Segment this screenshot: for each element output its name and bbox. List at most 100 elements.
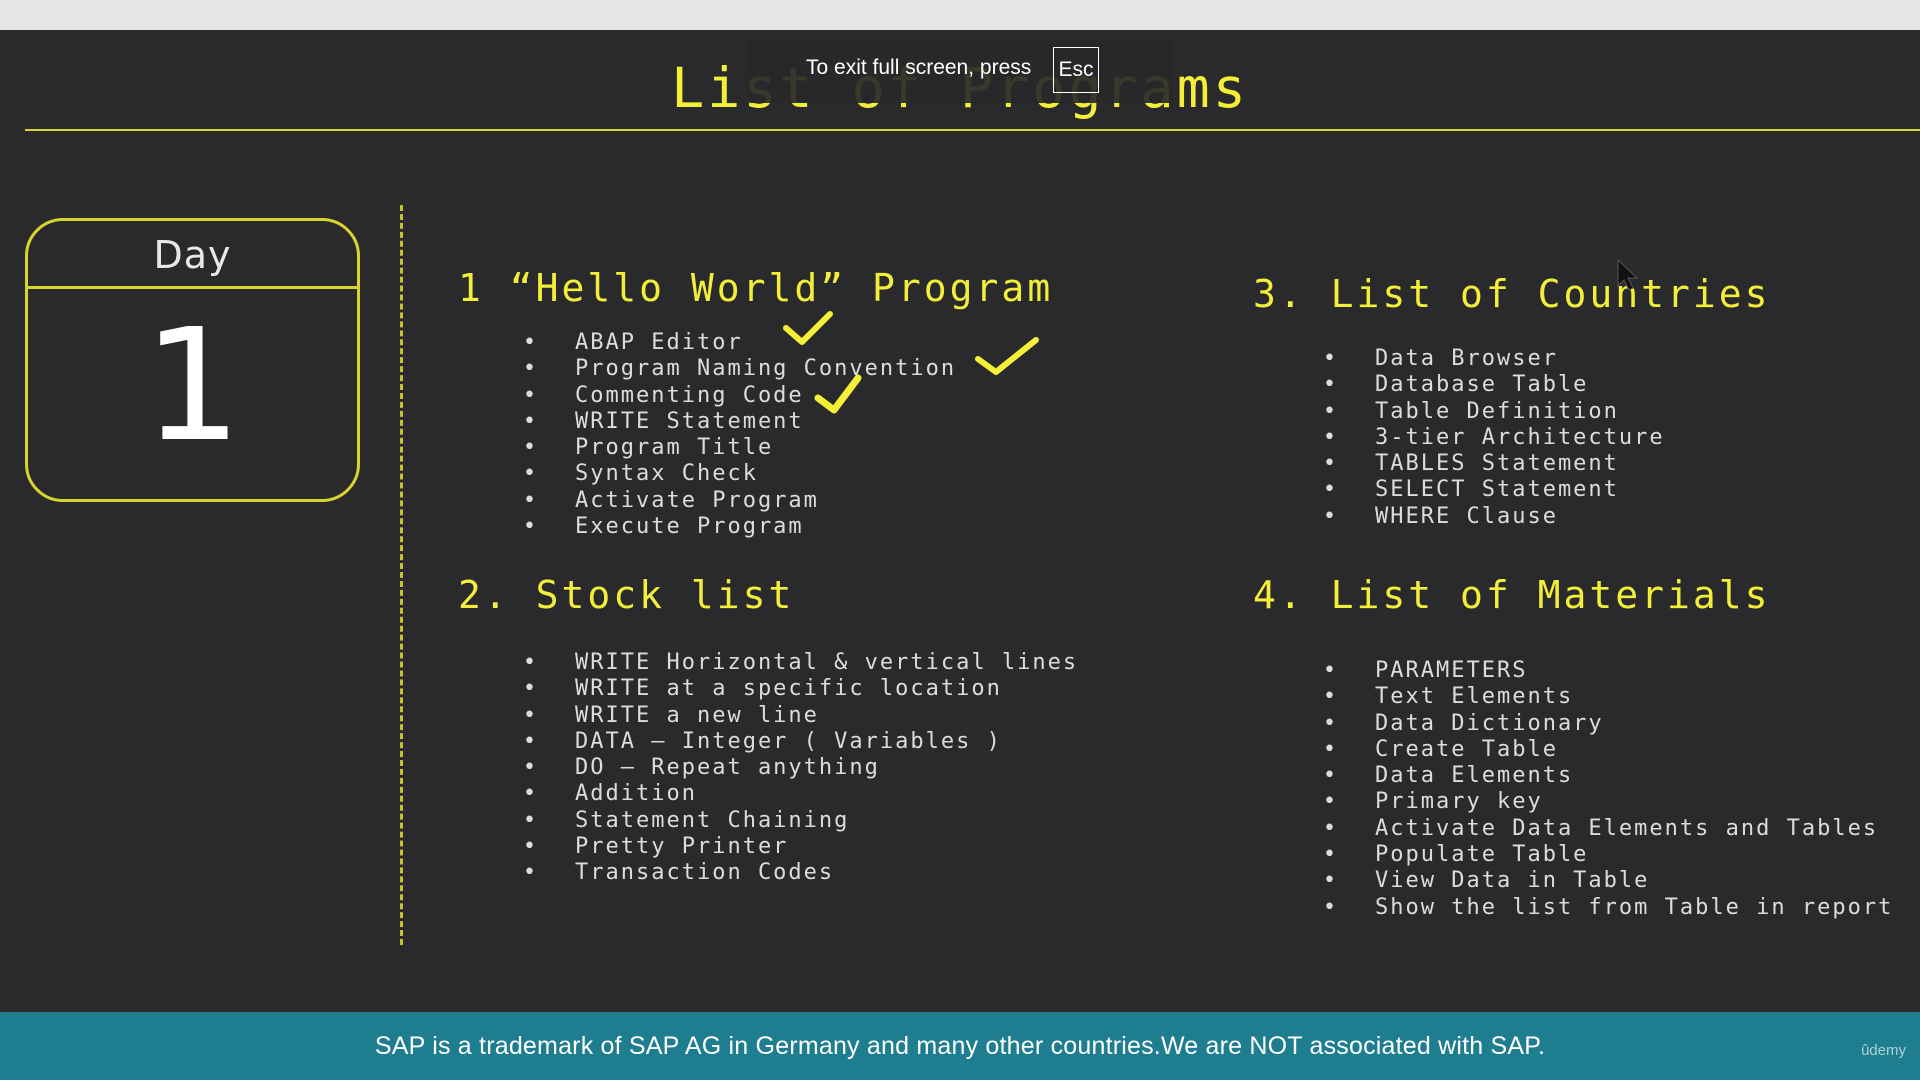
section-heading-materials: 4. List of Materials xyxy=(1253,573,1771,617)
list-item-text: WRITE Statement xyxy=(575,408,804,434)
bullet: • xyxy=(1323,451,1338,477)
list-item: • Text Elements xyxy=(1323,684,1893,710)
list-item-text: Statement Chaining xyxy=(575,807,850,833)
list-item-text: PARAMETERS xyxy=(1375,658,1528,683)
vertical-dashed-divider xyxy=(400,205,403,945)
list-item: • Data Elements xyxy=(1323,763,1893,789)
list-item: • DO – Repeat anything xyxy=(523,755,1078,781)
bullet: • xyxy=(523,702,538,728)
list-item-text: Commenting Code xyxy=(575,382,804,408)
list-item: • SELECT Statement xyxy=(1323,477,1665,503)
fullscreen-notice-text: To exit full screen, press xyxy=(806,56,1032,79)
bullet: • xyxy=(523,435,538,461)
list-item-text: WRITE a new line xyxy=(575,702,819,728)
bullet: • xyxy=(1323,684,1338,710)
list-item: • Activate Program xyxy=(523,488,956,514)
list-item-text: Program Naming Convention xyxy=(575,356,957,382)
bullet: • xyxy=(1323,658,1338,683)
trademark-notice: SAP is a trademark of SAP AG in Germany … xyxy=(374,1032,1546,1060)
bullet: • xyxy=(1323,372,1338,398)
list-item-text: Create Table xyxy=(1375,736,1558,762)
bullet: • xyxy=(1323,736,1338,762)
section-heading-countries: 3. List of Countries xyxy=(1253,272,1771,316)
bullet: • xyxy=(523,676,538,702)
list-item-text: WRITE at a specific location xyxy=(575,676,1002,702)
browser-top-strip xyxy=(0,0,1920,30)
list-item: • 3-tier Architecture xyxy=(1323,425,1665,451)
list-item-text: Show the list from Table in report xyxy=(1375,894,1894,920)
list-item-text: Execute Program xyxy=(575,514,804,540)
list-item-text: Primary key xyxy=(1375,789,1543,815)
footer-banner: SAP is a trademark of SAP AG in Germany … xyxy=(0,1012,1920,1080)
list-item: • Data Browser xyxy=(1323,346,1665,372)
section-list-stock-list: • WRITE Horizontal & vertical lines • WRIT… xyxy=(523,650,1078,887)
day-card-divider xyxy=(28,286,357,289)
list-item: • Commenting Code xyxy=(523,383,956,409)
list-item: • TABLES Statement xyxy=(1323,451,1665,477)
list-item: • Activate Data Elements and Tables xyxy=(1323,816,1893,842)
bullet: • xyxy=(1323,894,1338,920)
bullet: • xyxy=(1323,815,1338,841)
list-item: • PARAMETERS xyxy=(1323,658,1893,684)
list-item-text: Populate Table xyxy=(1375,842,1589,868)
list-item-text: Program Title xyxy=(575,435,774,461)
section-list-hello-world: • ABAP Editor • Program Naming Convention … xyxy=(523,330,956,540)
bullet: • xyxy=(523,408,538,434)
list-item-text: View Data in Table xyxy=(1375,868,1650,894)
list-item-text: Activate Data Elements and Tables xyxy=(1375,815,1879,841)
bullet: • xyxy=(523,514,538,540)
bullet: • xyxy=(1323,503,1338,529)
bullet: • xyxy=(523,728,538,754)
list-item: • Statement Chaining xyxy=(523,808,1078,834)
bullet: • xyxy=(523,487,538,513)
bullet: • xyxy=(523,330,538,355)
list-item: • WHERE Clause xyxy=(1323,504,1665,530)
list-item: • Program Naming Convention xyxy=(523,356,956,382)
list-item-text: TABLES Statement xyxy=(1375,451,1619,477)
list-item-text: WRITE Horizontal & vertical lines xyxy=(575,650,1079,675)
list-item-text: Data Browser xyxy=(1375,346,1558,371)
bullet: • xyxy=(1323,424,1338,450)
list-item-text: Table Definition xyxy=(1375,398,1619,424)
bullet: • xyxy=(523,382,538,408)
list-item: • Transaction Codes xyxy=(523,860,1078,886)
list-item: • Show the list from Table in report xyxy=(1323,895,1893,921)
list-item: • Create Table xyxy=(1323,737,1893,763)
list-item: • Primary key xyxy=(1323,789,1893,815)
bullet: • xyxy=(1323,398,1338,424)
bullet: • xyxy=(1323,842,1338,868)
list-item-text: Text Elements xyxy=(1375,684,1574,710)
list-item: • Table Definition xyxy=(1323,399,1665,425)
list-item-text: Syntax Check xyxy=(575,461,758,487)
section-list-materials: • PARAMETERS • Text Elements • Data Diction… xyxy=(1323,658,1893,921)
day-card: Day 1 xyxy=(25,218,360,502)
bullet: • xyxy=(523,781,538,807)
bullet: • xyxy=(523,755,538,781)
list-item-text: Database Table xyxy=(1375,372,1589,398)
list-item-text: Transaction Codes xyxy=(575,860,835,886)
list-item: • WRITE Statement xyxy=(523,409,956,435)
bullet: • xyxy=(1323,346,1338,371)
list-item-text: Data Elements xyxy=(1375,763,1574,789)
list-item: • Syntax Check xyxy=(523,461,956,487)
bullet: • xyxy=(1323,710,1338,736)
list-item-text: SELECT Statement xyxy=(1375,477,1619,503)
list-item: • Execute Program xyxy=(523,514,956,540)
day-label: Day xyxy=(153,233,232,277)
list-item: • Program Title xyxy=(523,435,956,461)
bullet: • xyxy=(523,807,538,833)
bullet: • xyxy=(1323,789,1338,815)
list-item: • DATA – Integer ( Variables ) xyxy=(523,729,1078,755)
day-number: 1 xyxy=(143,295,242,476)
mouse-pointer-icon xyxy=(1617,258,1639,291)
list-item: • Database Table xyxy=(1323,372,1665,398)
section-list-countries: • Data Browser • Database Table • Table Def… xyxy=(1323,346,1665,530)
fullscreen-exit-notice: To exit full screen, press Esc xyxy=(748,38,1173,103)
list-item: • Populate Table xyxy=(1323,842,1893,868)
list-item-text: Activate Program xyxy=(575,487,819,513)
bullet: • xyxy=(523,650,538,675)
esc-key-badge: Esc xyxy=(1053,47,1099,93)
list-item-text: DATA – Integer ( Variables ) xyxy=(575,728,1002,754)
list-item: • Data Dictionary xyxy=(1323,711,1893,737)
bullet: • xyxy=(1323,477,1338,503)
